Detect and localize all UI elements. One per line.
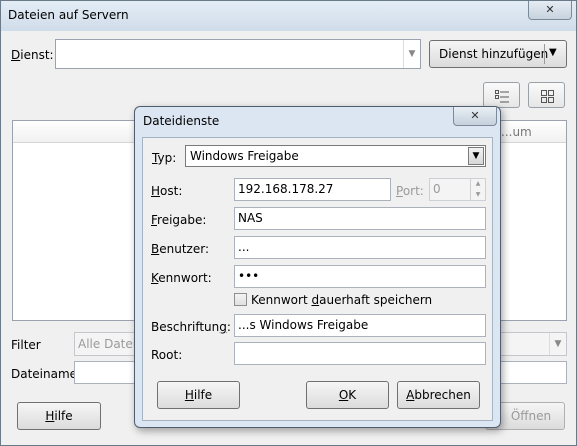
spin-down-icon[interactable]: ▼ bbox=[471, 190, 485, 201]
caption-label: Beschriftung: bbox=[151, 320, 231, 334]
port-label: Port: bbox=[396, 184, 424, 198]
host-label: Host: bbox=[151, 184, 183, 198]
service-combobox[interactable]: ▼ bbox=[55, 39, 421, 69]
type-label: Typ: bbox=[152, 151, 177, 165]
dialog-close-button[interactable]: ✕ bbox=[453, 107, 497, 126]
service-label: Dienst: bbox=[11, 48, 54, 62]
filter-label: Filter bbox=[11, 338, 41, 352]
window-close-button[interactable]: ✕ bbox=[528, 1, 572, 20]
help-button[interactable]: Hilfe bbox=[17, 402, 101, 430]
split-divider bbox=[544, 44, 545, 64]
window-titlebar: Dateien auf Servern ✕ bbox=[1, 1, 576, 31]
port-spin-buttons[interactable]: ▲ ▼ bbox=[470, 179, 485, 200]
filename-label: Dateiname bbox=[11, 367, 78, 381]
dialog-ok-button[interactable]: OK bbox=[306, 381, 389, 409]
type-value: Windows Freigabe bbox=[190, 149, 299, 163]
add-service-label: Dienst hinzufügen bbox=[439, 47, 549, 61]
dialog-cancel-button[interactable]: Abbrechen bbox=[397, 381, 480, 409]
chevron-down-icon[interactable]: ▼ bbox=[403, 40, 420, 68]
type-select[interactable]: Windows Freigabe ▼ bbox=[185, 145, 486, 167]
grid-view-icon bbox=[541, 90, 554, 103]
port-value: 0 bbox=[433, 182, 441, 196]
root-label: Root: bbox=[151, 348, 183, 362]
add-service-button[interactable]: Dienst hinzufügen ▼ bbox=[429, 40, 567, 68]
close-icon: ✕ bbox=[470, 109, 480, 122]
share-label: Freigabe: bbox=[151, 213, 207, 227]
chevron-down-icon[interactable]: ▼ bbox=[468, 147, 484, 165]
share-input[interactable]: NAS bbox=[234, 207, 486, 230]
column-header-date[interactable]: ...um bbox=[501, 125, 532, 139]
open-label: Öffnen bbox=[510, 409, 552, 423]
window-title: Dateien auf Servern bbox=[8, 8, 129, 22]
user-input[interactable]: ... bbox=[234, 236, 486, 259]
port-stepper[interactable]: 0 ▲ ▼ bbox=[429, 178, 486, 201]
host-input[interactable]: 192.168.178.27 bbox=[234, 178, 391, 201]
user-label: Benutzer: bbox=[151, 242, 209, 256]
list-view-button[interactable] bbox=[483, 82, 520, 108]
chevron-down-icon[interactable]: ▼ bbox=[549, 333, 566, 355]
grid-view-button[interactable] bbox=[528, 82, 565, 108]
spin-up-icon[interactable]: ▲ bbox=[471, 179, 485, 190]
dialog-title: Dateidienste bbox=[143, 114, 220, 128]
password-label: Kennwort: bbox=[151, 271, 212, 285]
file-services-dialog: Dateidienste ✕ Typ: Windows Freigabe ▼ H… bbox=[134, 106, 501, 428]
close-icon: ✕ bbox=[545, 3, 555, 16]
dialog-help-button[interactable]: Hilfe bbox=[157, 381, 240, 409]
password-input[interactable]: ••• bbox=[234, 265, 486, 288]
root-input[interactable] bbox=[234, 342, 486, 365]
dropdown-arrow-icon[interactable]: ▼ bbox=[549, 47, 557, 58]
caption-input[interactable]: ...s Windows Freigabe bbox=[234, 314, 486, 337]
save-password-label[interactable]: Kennwort dauerhaft speichern bbox=[251, 293, 432, 307]
dialog-body: Typ: Windows Freigabe ▼ Host: 192.168.17… bbox=[142, 137, 493, 421]
save-password-checkbox[interactable] bbox=[234, 293, 247, 306]
